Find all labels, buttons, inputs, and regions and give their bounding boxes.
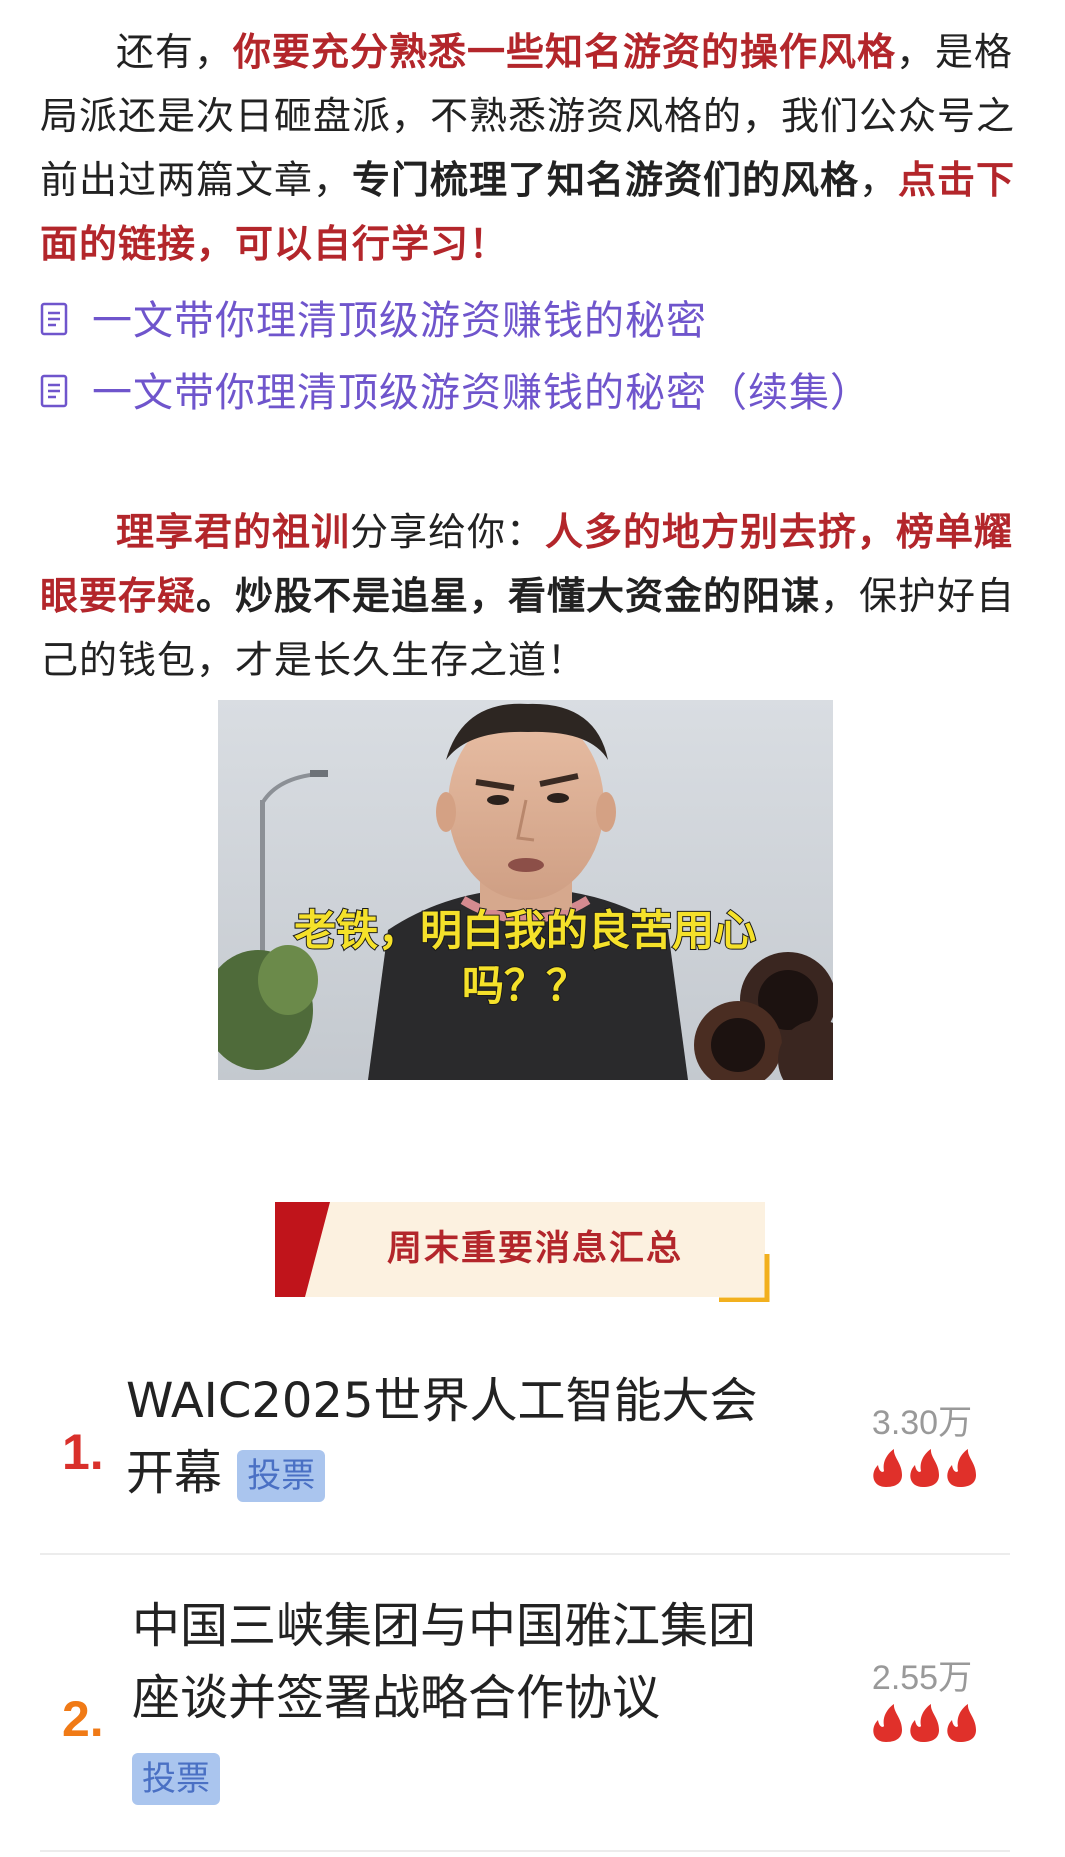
news-title-line: 开幕 投票 — [126, 1437, 866, 1509]
vote-badge[interactable]: 投票 — [237, 1450, 326, 1502]
document-icon — [40, 300, 70, 336]
rank-number: 1. — [62, 1424, 104, 1480]
hot-flames — [868, 1700, 978, 1744]
motto-bold: 。炒股不是追星，看懂大资金的阳谋 — [196, 574, 821, 618]
intro-paragraph: 还有，你要充分熟悉一些知名游资的操作风格，是格局派还是次日砸盘派，不熟悉游资风格… — [40, 20, 1025, 276]
intro-highlight: 你要充分熟悉一些知名游资的操作风格 — [233, 30, 897, 74]
intro-bold: 专门梳理了知名游资们的风格 — [352, 158, 860, 202]
motto-text: 分享给你： — [350, 510, 546, 554]
flame-icon — [947, 1449, 976, 1487]
news-title-line: 中国三峡集团与中国雅江集团 — [132, 1598, 757, 1654]
flame-icon — [910, 1449, 939, 1487]
intro-text: 还有， — [116, 30, 234, 74]
meme-image: 老铁，明白我的良苦用心 吗？？ — [218, 700, 833, 1080]
intro-text: ， — [859, 158, 899, 202]
news-title[interactable]: 中国三峡集团与中国雅江集团 座谈并签署战略合作协议 投票 — [132, 1590, 872, 1812]
article-link-2[interactable]: 一文带你理清顶级游资赚钱的秘密（续集） — [40, 360, 871, 418]
document-icon — [40, 372, 70, 408]
meme-illustration: 老铁，明白我的良苦用心 吗？？ — [218, 700, 833, 1080]
flame-icon — [910, 1704, 939, 1742]
flame-icon — [873, 1449, 902, 1487]
divider — [40, 1553, 1010, 1555]
divider — [40, 1850, 1010, 1852]
view-count: 3.30万 — [871, 1404, 973, 1442]
news-title[interactable]: WAIC2025世界人工智能大会 开幕 投票 — [126, 1365, 866, 1509]
motto-highlight: 理享君的祖训 — [116, 510, 351, 554]
view-count: 2.55万 — [871, 1659, 973, 1697]
news-badge-line: 投票 — [132, 1740, 872, 1812]
section-banner: 周末重要消息汇总 — [275, 1202, 775, 1302]
news-item-1[interactable]: 1. WAIC2025世界人工智能大会 开幕 投票 3.30万 — [40, 1355, 1010, 1545]
motto-paragraph: 理享君的祖训分享给你：人多的地方别去挤，榜单耀眼要存疑。炒股不是追星，看懂大资金… — [40, 500, 1025, 692]
news-title-line: WAIC2025世界人工智能大会 — [126, 1373, 758, 1429]
article-link-label[interactable]: 一文带你理清顶级游资赚钱的秘密 — [92, 288, 707, 346]
flame-icon — [873, 1704, 902, 1742]
news-title-text: 开幕 — [126, 1445, 223, 1501]
vote-badge[interactable]: 投票 — [132, 1753, 220, 1805]
flame-icon — [947, 1704, 976, 1742]
section-title: 周末重要消息汇总 — [387, 1229, 684, 1269]
news-title-line: 座谈并签署战略合作协议 — [132, 1670, 661, 1726]
meme-caption: 老铁，明白我的良苦用心 — [294, 906, 756, 955]
news-item-2[interactable]: 2. 中国三峡集团与中国雅江集团 座谈并签署战略合作协议 投票 2.55万 — [40, 1590, 1010, 1840]
hot-flames — [868, 1445, 978, 1489]
meme-caption: 吗？？ — [462, 961, 588, 1010]
article-link-label[interactable]: 一文带你理清顶级游资赚钱的秘密（续集） — [92, 360, 871, 418]
article-link-1[interactable]: 一文带你理清顶级游资赚钱的秘密 — [40, 288, 707, 346]
rank-number: 2. — [62, 1691, 104, 1747]
